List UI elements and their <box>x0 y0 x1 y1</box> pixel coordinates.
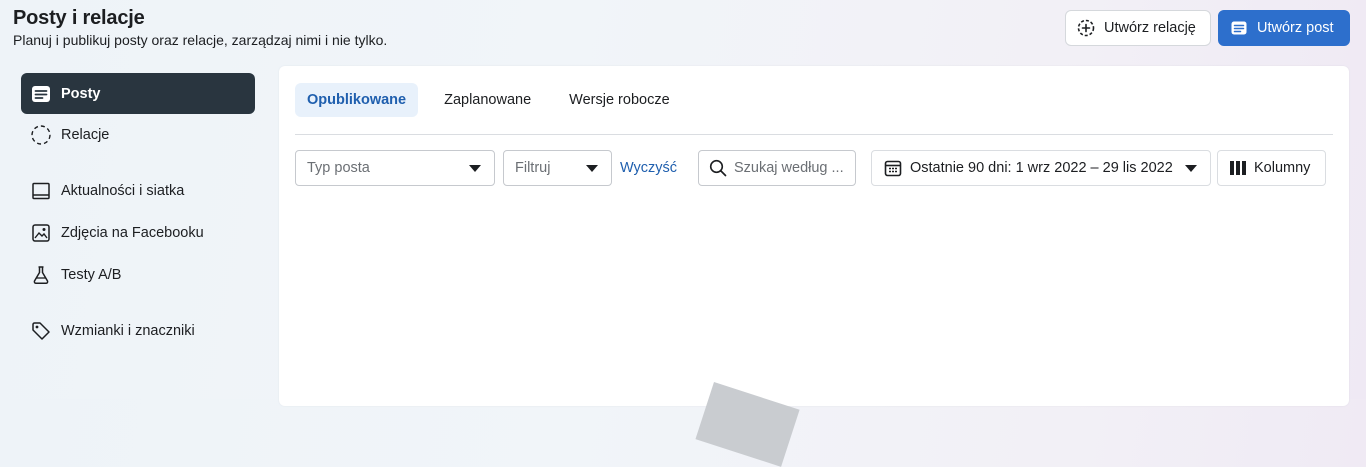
sidebar-item-label: Relacje <box>61 127 110 143</box>
create-story-label: Utwórz relację <box>1104 20 1196 36</box>
post-icon <box>1230 19 1248 37</box>
sidebar-item-feed-grid[interactable]: Aktualności i siatka <box>21 170 255 212</box>
sidebar-item-ab-tests[interactable]: Testy A/B <box>21 254 255 296</box>
clear-filters-link[interactable]: Wyczyść <box>620 160 677 176</box>
sidebar-item-label: Testy A/B <box>61 267 122 283</box>
create-story-button[interactable]: Utwórz relację <box>1065 10 1211 46</box>
post-type-placeholder: Typ posta <box>307 160 370 176</box>
chevron-down-icon <box>469 165 481 172</box>
sidebar-item-mentions-tags[interactable]: Wzmianki i znaczniki <box>21 310 255 352</box>
date-range-picker[interactable]: Ostatnie 90 dni: 1 wrz 2022 – 29 lis 202… <box>871 150 1211 186</box>
columns-icon <box>1230 161 1246 175</box>
add-story-icon <box>1077 19 1095 37</box>
tag-icon <box>30 320 52 342</box>
columns-button[interactable]: Kolumny <box>1217 150 1326 186</box>
sidebar-item-label: Aktualności i siatka <box>61 183 185 199</box>
sidebar-item-label: Zdjęcia na Facebooku <box>61 225 204 241</box>
chevron-down-icon <box>1185 165 1197 172</box>
tab-published[interactable]: Opublikowane <box>295 83 419 117</box>
page-subtitle: Planuj i publikuj posty oraz relacje, za… <box>13 32 388 48</box>
content-panel: Opublikowane Zaplanowane Wersje robocze … <box>279 66 1349 467</box>
feed-grid-icon <box>30 180 52 202</box>
create-post-button[interactable]: Utwórz post <box>1218 10 1350 46</box>
sidebar-item-label: Wzmianki i znaczniki <box>61 323 195 339</box>
create-post-label: Utwórz post <box>1257 20 1334 36</box>
tab-bar: Opublikowane Zaplanowane Wersje robocze <box>295 83 696 117</box>
search-icon <box>709 159 727 177</box>
post-icon <box>30 83 52 105</box>
chevron-down-icon <box>586 165 598 172</box>
empty-state-illustration <box>695 382 800 467</box>
page-header: Posty i relacje Planuj i publikuj posty … <box>13 6 387 50</box>
search-placeholder: Szukaj według ... <box>734 160 844 176</box>
flask-icon <box>30 264 52 286</box>
page-title: Posty i relacje <box>13 7 145 29</box>
story-ring-icon <box>30 124 52 146</box>
filter-dropdown[interactable]: Filtruj <box>503 150 612 186</box>
calendar-icon <box>884 159 902 177</box>
tab-drafts[interactable]: Wersje robocze <box>557 83 681 117</box>
sidebar: Posty Relacje Aktualności i siatka Zdjęc… <box>21 73 255 352</box>
sidebar-item-label: Posty <box>61 85 101 102</box>
sidebar-item-stories[interactable]: Relacje <box>21 114 255 156</box>
columns-label: Kolumny <box>1254 160 1311 176</box>
filter-placeholder: Filtruj <box>515 160 551 176</box>
date-range-label: Ostatnie 90 dni: 1 wrz 2022 – 29 lis 202… <box>910 160 1173 176</box>
divider <box>295 134 1333 135</box>
post-type-dropdown[interactable]: Typ posta <box>295 150 495 186</box>
photos-icon <box>30 222 52 244</box>
sidebar-item-facebook-photos[interactable]: Zdjęcia na Facebooku <box>21 212 255 254</box>
tab-scheduled[interactable]: Zaplanowane <box>432 83 543 117</box>
sidebar-item-posts[interactable]: Posty <box>21 73 255 114</box>
search-input[interactable]: Szukaj według ... <box>698 150 856 186</box>
